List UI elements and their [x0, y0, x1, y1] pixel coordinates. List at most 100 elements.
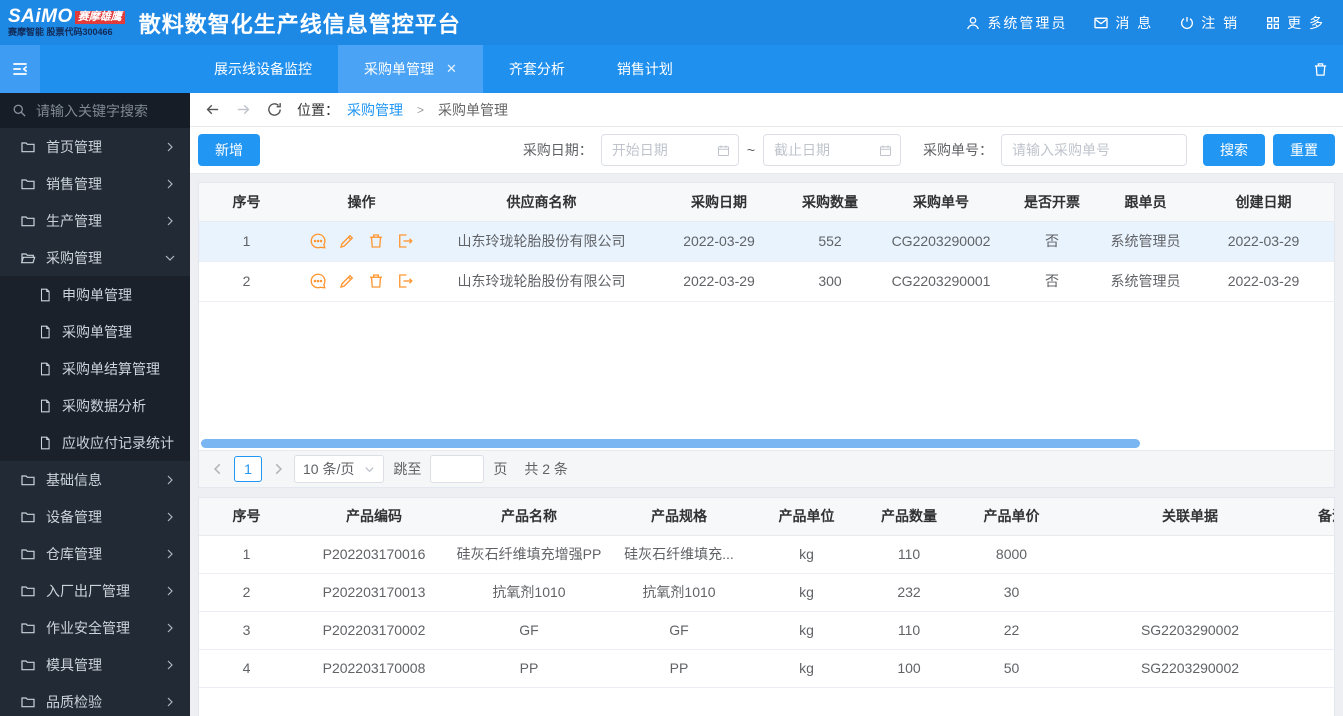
top-header: SAiMO 赛摩雄鹰 赛摩智能 股票代码300466 散料数智化生产线信息管控平… — [0, 0, 1343, 45]
tab-display-line-monitor[interactable]: 展示线设备监控 — [188, 45, 338, 93]
messages-button[interactable]: 消 息 — [1093, 13, 1153, 33]
export-icon[interactable] — [396, 272, 414, 290]
breadcrumb: 位置： 采购管理 > 采购单管理 — [190, 93, 1343, 127]
chevron-right-icon — [167, 216, 173, 225]
sidebar-collapse-button[interactable] — [0, 45, 40, 93]
user-menu[interactable]: 系统管理员 — [965, 13, 1067, 33]
end-date-input[interactable] — [763, 134, 901, 166]
col-product-code: 产品编码 — [294, 498, 454, 536]
table-row[interactable]: 4 P202203170008 PP PP kg 100 50 SG220329… — [199, 649, 1334, 688]
orders-header-row: 序号 操作 供应商名称 采购日期 采购数量 采购单号 是否开票 跟单员 创建日期 — [199, 183, 1334, 222]
chevron-right-icon — [167, 660, 173, 669]
search-button[interactable]: 搜索 — [1203, 134, 1265, 166]
scrollbar-thumb[interactable] — [201, 439, 1140, 448]
breadcrumb-parent-link[interactable]: 采购管理 — [347, 100, 403, 120]
sidebar-item-basic-info[interactable]: 基础信息 — [0, 461, 190, 498]
table-row[interactable]: 2 P202203170013 抗氧剂1010 抗氧剂1010 kg 232 3… — [199, 573, 1334, 612]
breadcrumb-location-label: 位置： — [297, 101, 339, 118]
chevron-right-icon — [167, 179, 173, 188]
sidebar-item-entry-exit-management[interactable]: 入厂出厂管理 — [0, 572, 190, 609]
add-button[interactable]: 新增 — [198, 134, 260, 166]
sidebar-search-input[interactable] — [36, 102, 178, 119]
collapse-icon — [13, 63, 28, 75]
content-body: 序号 操作 供应商名称 采购日期 采购数量 采购单号 是否开票 跟单员 创建日期 — [190, 174, 1343, 716]
table-row[interactable]: 3 P202203170002 GF GF kg 110 22 SG220329… — [199, 611, 1334, 650]
page-unit-label: 页 — [493, 461, 508, 477]
order-no-input[interactable] — [1001, 134, 1187, 166]
tab-kitting-analysis[interactable]: 齐套分析 — [483, 45, 591, 93]
sidebar-item-purchase-settlement-management[interactable]: 采购单结算管理 — [0, 350, 190, 387]
table-row[interactable]: 1 P202203170016 硅灰石纤维填充增强PP 硅灰石纤维填充... k… — [199, 535, 1334, 574]
more-button[interactable]: 更 多 — [1265, 13, 1325, 33]
folder-icon — [21, 178, 35, 189]
close-all-tabs-button[interactable] — [1312, 45, 1343, 93]
start-date-input[interactable] — [600, 134, 739, 166]
prev-page-icon[interactable] — [211, 462, 225, 476]
products-table: 序号 产品编码 产品名称 产品规格 产品单位 产品数量 产品单价 关联单据 备注 — [199, 498, 1334, 688]
sidebar-item-work-safety-management[interactable]: 作业安全管理 — [0, 609, 190, 646]
logout-button[interactable]: 注 销 — [1179, 13, 1239, 33]
file-icon — [40, 325, 50, 338]
total-count: 共 2 条 — [524, 461, 568, 477]
col-invoiced: 是否开票 — [1006, 183, 1098, 222]
col-created: 创建日期 — [1193, 183, 1334, 222]
breadcrumb-current: 采购单管理 — [438, 101, 509, 118]
forward-arrow-icon[interactable] — [235, 101, 252, 118]
table-row[interactable]: 1 山东玲珑轮胎股份有限公司 2022-03-29 552 CG22032900… — [199, 221, 1334, 262]
col-remark: 备注 — [1316, 498, 1334, 536]
edit-icon[interactable] — [338, 232, 356, 250]
sidebar-item-quality-inspection[interactable]: 品质检验 — [0, 683, 190, 716]
folder-icon — [21, 585, 35, 596]
tab-purchase-order-management[interactable]: 采购单管理 ✕ — [338, 45, 483, 93]
sidebar-item-mold-management[interactable]: 模具管理 — [0, 646, 190, 683]
grid-icon — [1267, 16, 1280, 29]
page-size-select[interactable]: 10 条/页 — [294, 455, 385, 483]
col-purchase-qty: 采购数量 — [784, 183, 876, 222]
file-icon — [40, 436, 50, 449]
next-page-icon[interactable] — [271, 462, 285, 476]
back-arrow-icon[interactable] — [204, 101, 221, 118]
jump-page-input[interactable] — [430, 455, 485, 483]
delete-icon[interactable] — [367, 232, 385, 250]
chevron-down-icon — [165, 255, 175, 261]
sidebar-item-purchase-order-management[interactable]: 采购单管理 — [0, 313, 190, 350]
table-row[interactable]: 2 山东玲珑轮胎股份有限公司 2022-03-29 300 CG22032900… — [199, 261, 1334, 302]
sidebar-item-receivables-payables-stats[interactable]: 应收应付记录统计 — [0, 424, 190, 461]
col-product-price: 产品单价 — [959, 498, 1064, 536]
sidebar-item-warehouse-management[interactable]: 仓库管理 — [0, 535, 190, 572]
folder-icon — [21, 141, 35, 152]
file-icon — [40, 399, 50, 412]
order-no-label: 采购单号： — [923, 142, 993, 158]
reset-button[interactable]: 重置 — [1273, 134, 1335, 166]
sidebar-item-production-management[interactable]: 生产管理 — [0, 202, 190, 239]
chevron-right-icon — [167, 623, 173, 632]
edit-icon[interactable] — [338, 272, 356, 290]
more-label: 更 多 — [1287, 14, 1325, 31]
sidebar-item-purchase-data-analysis[interactable]: 采购数据分析 — [0, 387, 190, 424]
tab-sales-plan[interactable]: 销售计划 — [591, 45, 699, 93]
delete-icon[interactable] — [367, 272, 385, 290]
jump-label: 跳至 — [393, 461, 422, 477]
sidebar-item-home-management[interactable]: 首页管理 — [0, 128, 190, 165]
folder-icon — [21, 548, 35, 559]
col-index: 序号 — [199, 498, 294, 536]
sidebar-item-equipment-management[interactable]: 设备管理 — [0, 498, 190, 535]
breadcrumb-separator: > — [417, 102, 425, 117]
sidebar-item-sales-management[interactable]: 销售管理 — [0, 165, 190, 202]
comment-icon[interactable] — [309, 272, 327, 290]
purchase-date-label: 采购日期： — [522, 142, 593, 158]
pagination: 1 10 条/页 跳至 页 共 2 条 — [199, 450, 1334, 487]
page-number-button[interactable]: 1 — [234, 456, 262, 482]
comment-icon[interactable] — [309, 232, 327, 250]
sidebar-item-requisition-management[interactable]: 申购单管理 — [0, 276, 190, 313]
folder-icon — [21, 474, 35, 485]
export-icon[interactable] — [396, 232, 414, 250]
folder-open-icon — [20, 252, 36, 263]
col-product-unit: 产品单位 — [754, 498, 859, 536]
refresh-icon[interactable] — [266, 101, 283, 118]
tab-close-icon[interactable]: ✕ — [446, 61, 457, 77]
chevron-right-icon — [167, 512, 173, 521]
sidebar-item-purchase-management[interactable]: 采购管理 — [0, 239, 190, 276]
folder-icon — [21, 659, 35, 670]
col-purchase-date: 采购日期 — [654, 183, 784, 222]
